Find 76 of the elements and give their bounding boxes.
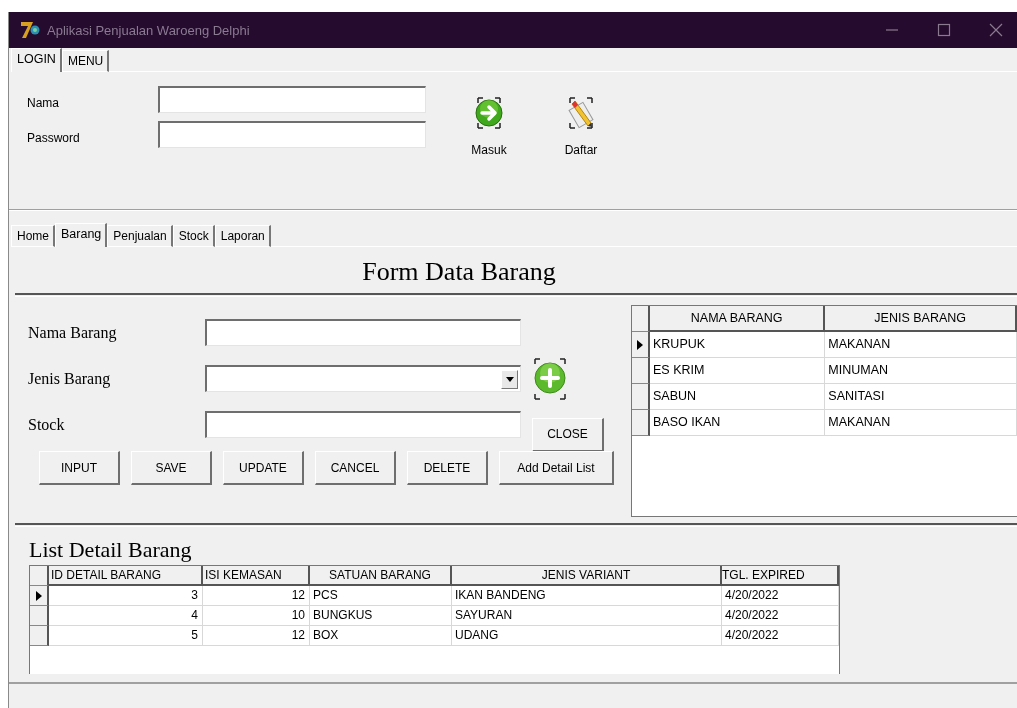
tab[interactable]: LOGIN: [11, 48, 62, 72]
field-label: Jenis Barang: [28, 369, 112, 388]
close-icon[interactable]: [989, 23, 1003, 37]
row-indicator[interactable]: [632, 358, 650, 384]
table-cell: 3: [49, 586, 203, 606]
table-cell: KRUPUK: [650, 332, 826, 358]
tab[interactable]: Barang: [55, 223, 108, 247]
row-indicator[interactable]: [632, 332, 650, 358]
input-field[interactable]: [158, 121, 426, 148]
row-indicator[interactable]: [30, 606, 49, 626]
table-cell: 12: [203, 626, 310, 646]
field-label: Stock: [28, 415, 66, 434]
table-cell: 4/20/2022: [722, 606, 839, 626]
row-indicator[interactable]: [632, 410, 650, 436]
tab[interactable]: Stock: [172, 225, 215, 247]
tab[interactable]: MENU: [61, 50, 110, 72]
field-label: Nama Barang: [28, 323, 118, 342]
table-cell: BUNGKUS: [310, 606, 452, 626]
table-cell: 12: [203, 586, 310, 606]
action-button[interactable]: Add Detail List: [499, 451, 614, 485]
input-field[interactable]: [205, 319, 521, 346]
table-cell: SAYURAN: [452, 606, 722, 626]
table-cell: MAKANAN: [825, 332, 1017, 358]
table-cell: UDANG: [452, 626, 722, 646]
table-cell: 4/20/2022: [722, 626, 839, 646]
table-cell: BASO IKAN: [650, 410, 826, 436]
tab[interactable]: Laporan: [214, 225, 271, 247]
column-header[interactable]: NAMA BARANG: [650, 306, 826, 332]
action-button[interactable]: UPDATE: [223, 451, 304, 485]
row-indicator[interactable]: [30, 626, 49, 646]
maximize-icon[interactable]: [937, 23, 951, 37]
close-button[interactable]: CLOSE: [532, 417, 604, 452]
field-label: Password: [27, 131, 81, 145]
action-button[interactable]: SAVE: [131, 451, 212, 485]
field-label: Nama: [27, 96, 60, 110]
table-cell: IKAN BANDENG: [452, 586, 722, 606]
table-cell: SANITASI: [825, 384, 1017, 410]
table-cell: 4/20/2022: [722, 586, 839, 606]
action-button[interactable]: CANCEL: [315, 451, 396, 485]
form-title: Form Data Barang: [361, 256, 557, 288]
table-cell: 4: [49, 606, 203, 626]
input-field[interactable]: [158, 86, 426, 113]
tab[interactable]: Home: [11, 225, 55, 247]
table-cell: ES KRIM: [650, 358, 826, 384]
table-cell: PCS: [310, 586, 452, 606]
app-logo-icon: [19, 20, 41, 40]
column-header[interactable]: JENIS VARIANT: [452, 566, 722, 586]
column-header[interactable]: ISI KEMASAN: [203, 566, 310, 586]
tab[interactable]: Penjualan: [107, 225, 173, 247]
window-title: Aplikasi Penjualan Waroeng Delphi: [47, 22, 250, 38]
row-indicator[interactable]: [632, 384, 650, 410]
row-indicator[interactable]: [30, 586, 49, 606]
row-indicator: [632, 306, 650, 332]
column-header[interactable]: SATUAN BARANG: [310, 566, 452, 586]
table-cell: 5: [49, 626, 203, 646]
dropdown-field[interactable]: [205, 365, 521, 392]
action-button[interactable]: DELETE: [407, 451, 488, 485]
arrow-right-icon: [475, 95, 503, 131]
section-title: List Detail Barang: [28, 536, 193, 564]
table-cell: MAKANAN: [825, 410, 1017, 436]
table-cell: BOX: [310, 626, 452, 646]
table-cell: MINUMAN: [825, 358, 1017, 384]
add-icon[interactable]: [532, 355, 568, 402]
table-cell: SABUN: [650, 384, 826, 410]
button-label: Daftar: [564, 143, 598, 157]
icon-button[interactable]: Masuk: [461, 95, 517, 209]
input-field[interactable]: [205, 411, 521, 438]
pencil-icon: [567, 95, 595, 131]
column-header[interactable]: ID DETAIL BARANG: [49, 566, 203, 586]
row-indicator: [30, 566, 49, 586]
action-button[interactable]: INPUT: [39, 451, 120, 485]
icon-button[interactable]: Daftar: [553, 95, 609, 209]
column-header[interactable]: TGL. EXPIRED: [722, 566, 839, 586]
table-cell: 10: [203, 606, 310, 626]
button-label: Masuk: [471, 143, 507, 157]
column-header[interactable]: JENIS BARANG: [825, 306, 1017, 332]
